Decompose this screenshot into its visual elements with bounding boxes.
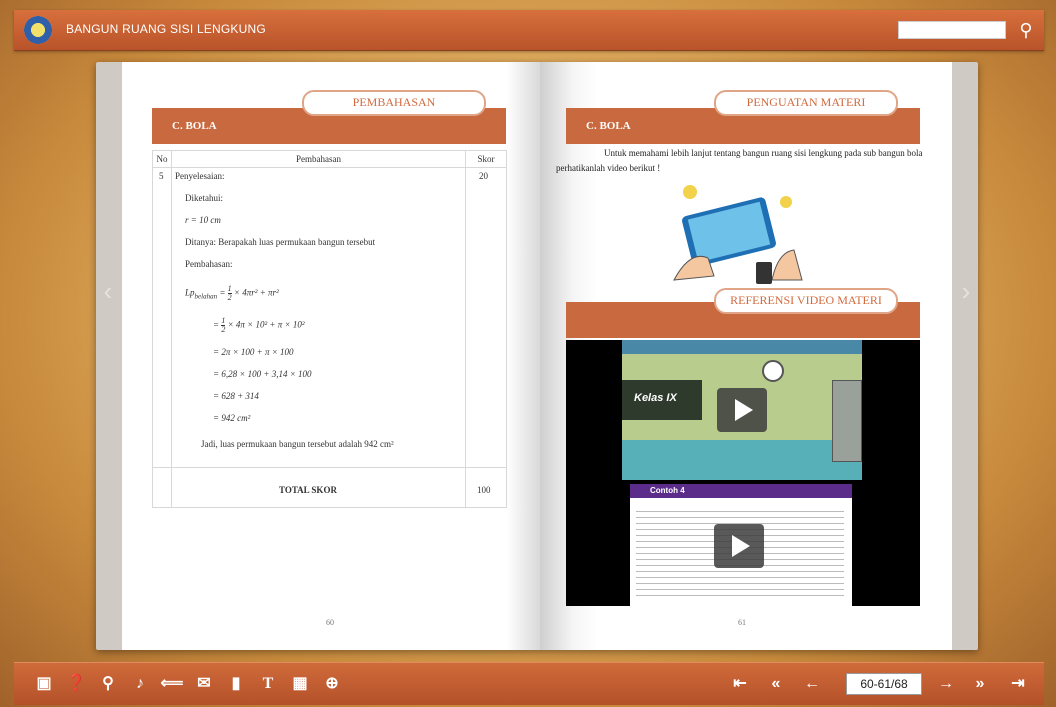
- table-header: No: [153, 151, 171, 168]
- table-header: Pembahasan: [172, 151, 465, 168]
- formula-text: × 4π × 10² + π × 10²: [227, 319, 305, 330]
- table-cell-no: 5: [159, 171, 164, 181]
- table-header: Skor: [466, 151, 506, 168]
- thumb-floor: [622, 440, 862, 480]
- hand-right-icon: [771, 249, 803, 281]
- video-thumbnail-1[interactable]: Kelas IX: [622, 340, 862, 480]
- next-page-icon[interactable]: →: [934, 672, 958, 696]
- formula-text: belahan: [194, 292, 218, 301]
- top-bar: BANGUN RUANG SISI LENGKUNG ⚲: [14, 10, 1044, 51]
- play-button[interactable]: [717, 388, 767, 432]
- page-left: C. BOLA PEMBAHASAN No Pembahasan Skor 5 …: [122, 62, 540, 650]
- video-thumbnail-2[interactable]: Contoh 4: [630, 484, 852, 606]
- video1-caption: Kelas IX: [634, 392, 677, 404]
- bulb-icon: [780, 196, 792, 208]
- page-right: C. BOLA PENGUATAN MATERI Untuk memahami …: [540, 62, 952, 650]
- tablet-screen: [687, 201, 771, 263]
- table-cell-skor: 20: [479, 171, 488, 181]
- search-input[interactable]: [898, 21, 1006, 39]
- first-page-icon[interactable]: ⇤: [728, 672, 752, 696]
- illustration: [673, 185, 803, 284]
- conclusion-line: Jadi, luas permukaan bangun tersebut ada…: [201, 439, 394, 449]
- score-table: No Pembahasan Skor 5 20 Penyelesaian: Di…: [152, 150, 507, 508]
- bottom-toolbar: ▣ ❓ ⚲ ♪ ⟸ ✉ ▮ T ▦ ⊕ ⇤ « ← 60-61/68 → » ⇥: [14, 662, 1044, 705]
- bookmark-icon[interactable]: ▮: [224, 672, 248, 696]
- fast-forward-icon[interactable]: »: [968, 672, 992, 696]
- section-label: PEMBAHASAN: [302, 90, 486, 116]
- hand-left-icon: [673, 255, 715, 281]
- solution-line: Pembahasan:: [185, 259, 233, 269]
- section-label: PENGUATAN MATERI: [714, 90, 898, 116]
- cabinet-shape: [832, 380, 862, 462]
- email-icon[interactable]: ✉: [192, 672, 216, 696]
- search-icon[interactable]: ⚲: [96, 672, 120, 696]
- formula-line: = 628 + 314: [213, 391, 259, 401]
- zoom-in-icon[interactable]: ⊕: [320, 672, 344, 696]
- prev-page-arrow[interactable]: ‹: [98, 276, 118, 306]
- solution-line: Penyelesaian:: [175, 171, 225, 181]
- solution-line: Diketahui:: [185, 193, 223, 203]
- formula-text: 2: [227, 293, 232, 302]
- formula-line: = 6,28 × 100 + 3,14 × 100: [213, 369, 312, 379]
- solution-line: r = 10 cm: [185, 215, 221, 225]
- page-number: 61: [738, 618, 746, 627]
- total-value: 100: [477, 485, 491, 495]
- last-page-icon[interactable]: ⇥: [1006, 672, 1030, 696]
- flipbook-viewer: BANGUN RUANG SISI LENGKUNG ⚲ C. BOLA PEM…: [0, 0, 1056, 707]
- clock-icon: [762, 360, 784, 382]
- help-icon[interactable]: ❓: [64, 672, 88, 696]
- band-title: C. BOLA: [586, 120, 631, 132]
- formula-text: × 4πr² + πr²: [233, 287, 279, 298]
- table-divider: [171, 151, 172, 507]
- page-indicator[interactable]: 60-61/68: [846, 673, 922, 695]
- phone-icon: [756, 262, 772, 284]
- search-icon[interactable]: ⚲: [1014, 16, 1038, 44]
- video-container: Kelas IX Contoh 4: [566, 340, 920, 606]
- formula-text: 2: [221, 325, 226, 334]
- thumb-top-strip: [622, 340, 862, 354]
- text-icon[interactable]: T: [256, 672, 280, 696]
- sound-icon[interactable]: ♪: [128, 672, 152, 696]
- next-page-arrow[interactable]: ›: [956, 276, 976, 306]
- logo-icon: [24, 16, 52, 44]
- solution-line: Ditanya: Berapakah luas permukaan bangun…: [185, 237, 376, 247]
- video2-header: Contoh 4: [650, 486, 685, 495]
- thumbnail-icon[interactable]: ▣: [32, 672, 56, 696]
- formula-text: =: [213, 319, 222, 330]
- intro-text: Untuk memahami lebih lanjut tentang bang…: [556, 148, 923, 173]
- app-title: BANGUN RUANG SISI LENGKUNG: [66, 22, 266, 36]
- band-title: C. BOLA: [172, 120, 217, 132]
- formula-text: Lp: [185, 287, 195, 298]
- prev-page-icon[interactable]: ←: [800, 672, 824, 696]
- grid-icon[interactable]: ▦: [288, 672, 312, 696]
- play-button[interactable]: [714, 524, 764, 568]
- formula-line: = 2π × 100 + π × 100: [213, 347, 294, 357]
- page-number: 60: [326, 618, 334, 627]
- video-section-label: REFERENSI VIDEO MATERI: [714, 288, 898, 314]
- table-divider: [465, 151, 466, 507]
- book: C. BOLA PEMBAHASAN No Pembahasan Skor 5 …: [96, 62, 978, 650]
- formula-line: = 942 cm²: [213, 413, 251, 423]
- formula-text: =: [219, 287, 228, 298]
- formula-line: Lpbelahan = 12 × 4πr² + πr²: [185, 285, 279, 302]
- formula-line: = 12 × 4π × 10² + π × 10²: [213, 317, 305, 334]
- table-divider: [153, 467, 506, 468]
- share-icon[interactable]: ⟸: [160, 672, 184, 696]
- bulb-icon: [683, 185, 697, 199]
- rewind-icon[interactable]: «: [764, 672, 788, 696]
- total-label: TOTAL SKOR: [279, 485, 337, 495]
